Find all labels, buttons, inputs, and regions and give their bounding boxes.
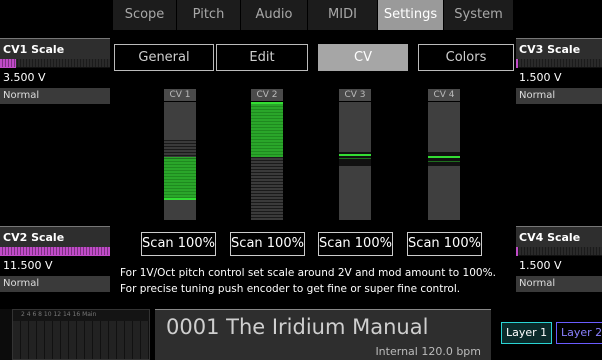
subtab-general[interactable]: General bbox=[114, 44, 214, 71]
cv1-slider[interactable] bbox=[164, 102, 196, 220]
preset-name: 0001 The Iridium Manual bbox=[166, 315, 429, 339]
cv4-label: CV 4 bbox=[428, 89, 460, 101]
cv2-scale-panel[interactable]: CV2 Scale 11.500 V Normal bbox=[0, 226, 110, 292]
cv3-slider[interactable] bbox=[339, 102, 371, 220]
left-strip bbox=[0, 309, 12, 360]
layer-1-button[interactable]: Layer 1 bbox=[501, 322, 553, 344]
cv4-mode[interactable]: Normal bbox=[516, 276, 602, 292]
cv4-scan-button[interactable]: Scan 100% bbox=[407, 232, 482, 256]
tab-midi[interactable]: MIDI bbox=[308, 0, 378, 30]
cv1-mode[interactable]: Normal bbox=[0, 88, 110, 104]
cv2-slider[interactable] bbox=[251, 102, 283, 220]
cv3-scale-panel[interactable]: CV3 Scale 1.500 V Normal bbox=[516, 38, 602, 104]
subtab-edit[interactable]: Edit bbox=[216, 44, 308, 71]
cv1-label: CV 1 bbox=[164, 89, 196, 101]
tab-scope[interactable]: Scope bbox=[113, 0, 177, 30]
tab-settings[interactable]: Settings bbox=[378, 0, 444, 30]
cv3-label: CV 3 bbox=[339, 89, 371, 101]
cv4-scale-label: CV4 Scale bbox=[516, 226, 602, 247]
cv3-scan-button[interactable]: Scan 100% bbox=[318, 232, 393, 256]
tab-pitch[interactable]: Pitch bbox=[177, 0, 241, 30]
subtab-colors[interactable]: Colors bbox=[418, 44, 514, 71]
cv4-scale-value: 1.500 V bbox=[516, 256, 602, 276]
cv4-scale-panel[interactable]: CV4 Scale 1.500 V Normal bbox=[516, 226, 602, 292]
cv2-mode[interactable]: Normal bbox=[0, 276, 110, 292]
preset-panel[interactable]: 0001 The Iridium Manual Internal 120.0 b… bbox=[155, 309, 491, 360]
cv3-scale-value: 1.500 V bbox=[516, 68, 602, 88]
cv1-scale-bar[interactable] bbox=[0, 59, 110, 68]
help-text: For 1V/Oct pitch control set scale aroun… bbox=[120, 265, 496, 297]
cv1-scale-panel[interactable]: CV1 Scale 3.500 V Normal bbox=[0, 38, 110, 104]
cv3-scale-label: CV3 Scale bbox=[516, 38, 602, 59]
cv1-scale-label: CV1 Scale bbox=[0, 38, 110, 59]
cv4-scale-bar[interactable] bbox=[516, 247, 602, 256]
layer-2-button[interactable]: Layer 2 bbox=[556, 322, 602, 344]
help-line-1: For 1V/Oct pitch control set scale aroun… bbox=[120, 267, 496, 279]
tab-audio[interactable]: Audio bbox=[241, 0, 308, 30]
cv3-scale-bar[interactable] bbox=[516, 59, 602, 68]
cv2-scale-value: 11.500 V bbox=[0, 256, 110, 276]
cv1-scale-value: 3.500 V bbox=[0, 68, 110, 88]
grid-numbers: 2 4 6 8 10 12 14 16 Main bbox=[21, 311, 97, 318]
tempo-display: Internal 120.0 bpm bbox=[375, 345, 481, 358]
grid-cells[interactable] bbox=[13, 321, 149, 359]
cv1-scan-button[interactable]: Scan 100% bbox=[141, 232, 216, 256]
top-tab-bar: Scope Pitch Audio MIDI Settings System bbox=[113, 0, 514, 30]
subtab-cv[interactable]: CV bbox=[318, 44, 408, 71]
cv2-scale-label: CV2 Scale bbox=[0, 226, 110, 247]
cv3-mode[interactable]: Normal bbox=[516, 88, 602, 104]
cv2-scan-button[interactable]: Scan 100% bbox=[230, 232, 305, 256]
tab-system[interactable]: System bbox=[444, 0, 514, 30]
help-line-2: For precise tuning push encoder to get f… bbox=[120, 283, 461, 295]
cv4-slider[interactable] bbox=[428, 102, 460, 220]
cv2-scale-bar[interactable] bbox=[0, 247, 110, 256]
cv2-label: CV 2 bbox=[251, 89, 283, 101]
layer-grid[interactable]: 2 4 6 8 10 12 14 16 Main bbox=[12, 309, 150, 360]
